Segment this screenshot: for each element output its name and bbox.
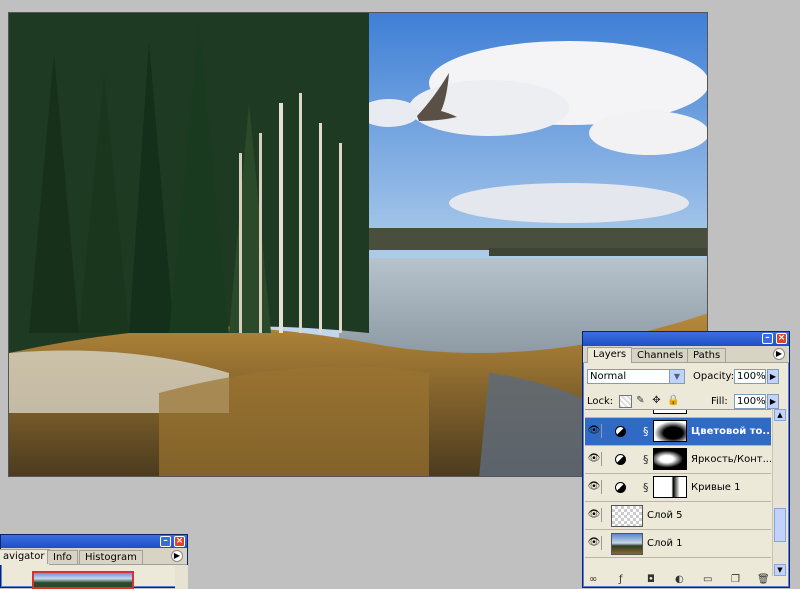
- scroll-up-icon[interactable]: ▲: [774, 409, 786, 421]
- lock-label: Lock:: [587, 396, 614, 407]
- chain-link-icon[interactable]: §: [643, 425, 649, 438]
- layer-style-icon[interactable]: ƒ: [619, 574, 623, 585]
- opacity-input[interactable]: 100%: [734, 369, 766, 384]
- tab-histogram[interactable]: Histogram: [79, 550, 143, 564]
- eye-icon[interactable]: 👁: [587, 424, 602, 438]
- layers-scrollbar[interactable]: ▲ ▼: [772, 409, 787, 576]
- minimize-icon[interactable]: –: [160, 536, 171, 547]
- lock-position-icon[interactable]: ✥: [651, 395, 662, 406]
- add-mask-icon[interactable]: ◘: [647, 574, 655, 585]
- chain-link-icon[interactable]: §: [643, 481, 649, 494]
- layer-thumbnail: [611, 533, 643, 555]
- layer-row-partial[interactable]: [585, 410, 771, 418]
- navigator-preview-thumbnail[interactable]: [32, 571, 134, 589]
- new-adjustment-layer-icon[interactable]: ◐: [675, 574, 684, 585]
- fill-input[interactable]: 100%: [734, 394, 766, 409]
- blend-mode-select[interactable]: Normal ▼: [587, 369, 685, 384]
- new-group-icon[interactable]: ▭: [703, 574, 712, 585]
- lock-all-icon[interactable]: 🔒: [667, 395, 679, 406]
- palette-menu-arrow-icon[interactable]: ▶: [171, 550, 183, 562]
- navigator-palette-tabs: avigator Info Histogram ▶: [0, 548, 187, 565]
- opacity-slider-arrow-icon[interactable]: ▶: [767, 369, 779, 384]
- new-layer-icon[interactable]: ❐: [731, 574, 740, 585]
- eye-icon[interactable]: 👁: [587, 536, 602, 550]
- tab-layers[interactable]: Layers: [587, 347, 633, 363]
- trash-icon[interactable]: 🗑: [757, 574, 770, 585]
- opacity-label: Opacity:: [693, 371, 735, 382]
- blend-mode-value: Normal: [590, 371, 627, 382]
- chain-link-icon[interactable]: §: [643, 453, 649, 466]
- chevron-down-icon: ▼: [669, 370, 684, 383]
- lock-transparency-icon[interactable]: [619, 395, 632, 408]
- layer-name: Кривые 1: [691, 482, 741, 493]
- layer-row-curves[interactable]: 👁 § Кривые 1: [585, 474, 771, 502]
- fill-label: Fill:: [711, 396, 728, 407]
- navigator-palette: – × avigator Info Histogram ▶: [0, 534, 188, 589]
- palette-menu-arrow-icon[interactable]: ▶: [773, 348, 785, 360]
- layers-palette-tabs: Layers Channels Paths ▶: [583, 346, 789, 363]
- scroll-down-icon[interactable]: ▼: [774, 564, 786, 576]
- layer-row-layer1[interactable]: 👁 Слой 1: [585, 530, 771, 558]
- adjustment-layer-icon: [615, 482, 626, 493]
- close-icon[interactable]: ×: [776, 333, 787, 344]
- scrollbar-thumb[interactable]: [774, 508, 786, 542]
- eye-icon[interactable]: 👁: [587, 508, 602, 522]
- layer-name: Слой 1: [647, 538, 683, 549]
- fill-slider-arrow-icon[interactable]: ▶: [767, 394, 779, 409]
- tab-channels[interactable]: Channels: [631, 348, 690, 362]
- layers-bottom-toolbar: ∞ ƒ ◘ ◐ ▭ ❐ 🗑: [585, 574, 785, 587]
- tab-navigator[interactable]: avigator: [0, 549, 51, 565]
- layer-row-brightness[interactable]: 👁 § Яркость/Конт...: [585, 446, 771, 474]
- tab-paths[interactable]: Paths: [687, 348, 727, 362]
- layer-thumbnail: [611, 505, 643, 527]
- layer-mask-thumbnail: [653, 420, 687, 442]
- eye-icon[interactable]: 👁: [587, 480, 602, 494]
- layer-mask-thumbnail: [653, 448, 687, 470]
- navigator-scrollbar[interactable]: [175, 565, 188, 589]
- layer-row-hue[interactable]: 👁 § Цветовой то...: [585, 418, 771, 446]
- adjustment-layer-icon: [615, 454, 626, 465]
- lock-image-pixels-icon[interactable]: ✎: [635, 395, 646, 406]
- minimize-icon[interactable]: –: [762, 333, 773, 344]
- navigator-palette-titlebar[interactable]: – ×: [1, 535, 187, 548]
- layer-row-layer5[interactable]: 👁 Слой 5: [585, 502, 771, 530]
- layer-name: Яркость/Конт...: [691, 454, 771, 465]
- layers-palette: – × Layers Channels Paths ▶ Normal ▼ Opa…: [582, 331, 790, 588]
- layers-list: 👁 § Цветовой то... 👁 § Яркость/Конт... 👁…: [585, 409, 771, 577]
- close-icon[interactable]: ×: [174, 536, 185, 547]
- eye-icon[interactable]: 👁: [587, 452, 602, 466]
- tab-info[interactable]: Info: [47, 550, 78, 564]
- layers-palette-titlebar[interactable]: – ×: [583, 332, 789, 346]
- adjustment-layer-icon: [615, 426, 626, 437]
- layer-name: Слой 5: [647, 510, 683, 521]
- layer-mask-thumbnail: [653, 476, 687, 498]
- layer-mask-thumbnail: [653, 410, 687, 414]
- link-layers-icon[interactable]: ∞: [589, 574, 597, 585]
- layer-name: Цветовой то...: [691, 426, 771, 437]
